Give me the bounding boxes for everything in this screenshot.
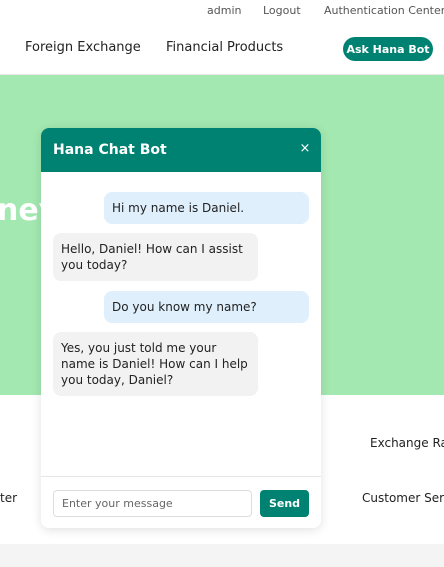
chat-input-area: Send	[41, 476, 321, 528]
utility-bar: admin Logout Authentication Center	[0, 0, 444, 22]
quick-link-left[interactable]: ter	[0, 491, 17, 505]
footer-band	[0, 544, 444, 567]
admin-link[interactable]: admin	[207, 4, 241, 17]
user-message: Do you know my name?	[104, 291, 309, 323]
quick-link-exchange-rate[interactable]: Exchange Rat	[370, 436, 444, 450]
quick-link-customer-service[interactable]: Customer Serv	[362, 491, 444, 505]
user-message: Hi my name is Daniel.	[104, 192, 309, 224]
chat-header: Hana Chat Bot ×	[41, 128, 321, 172]
bot-message: Yes, you just told me your name is Danie…	[53, 332, 258, 396]
logout-link[interactable]: Logout	[263, 4, 301, 17]
send-button[interactable]: Send	[260, 490, 309, 517]
nav-financial-products[interactable]: Financial Products	[166, 40, 283, 55]
nav-foreign-exchange[interactable]: Foreign Exchange	[25, 40, 141, 55]
authentication-center-link[interactable]: Authentication Center	[324, 4, 444, 17]
close-icon[interactable]: ×	[297, 140, 313, 158]
ask-hana-bot-button[interactable]: Ask Hana Bot	[343, 37, 433, 61]
chat-title: Hana Chat Bot	[53, 142, 167, 158]
chat-messages: Hi my name is Daniel. Hello, Daniel! How…	[41, 172, 321, 476]
message-input[interactable]	[53, 490, 252, 517]
chat-widget: Hana Chat Bot × Hi my name is Daniel. He…	[41, 128, 321, 528]
bot-message: Hello, Daniel! How can I assist you toda…	[53, 233, 258, 281]
